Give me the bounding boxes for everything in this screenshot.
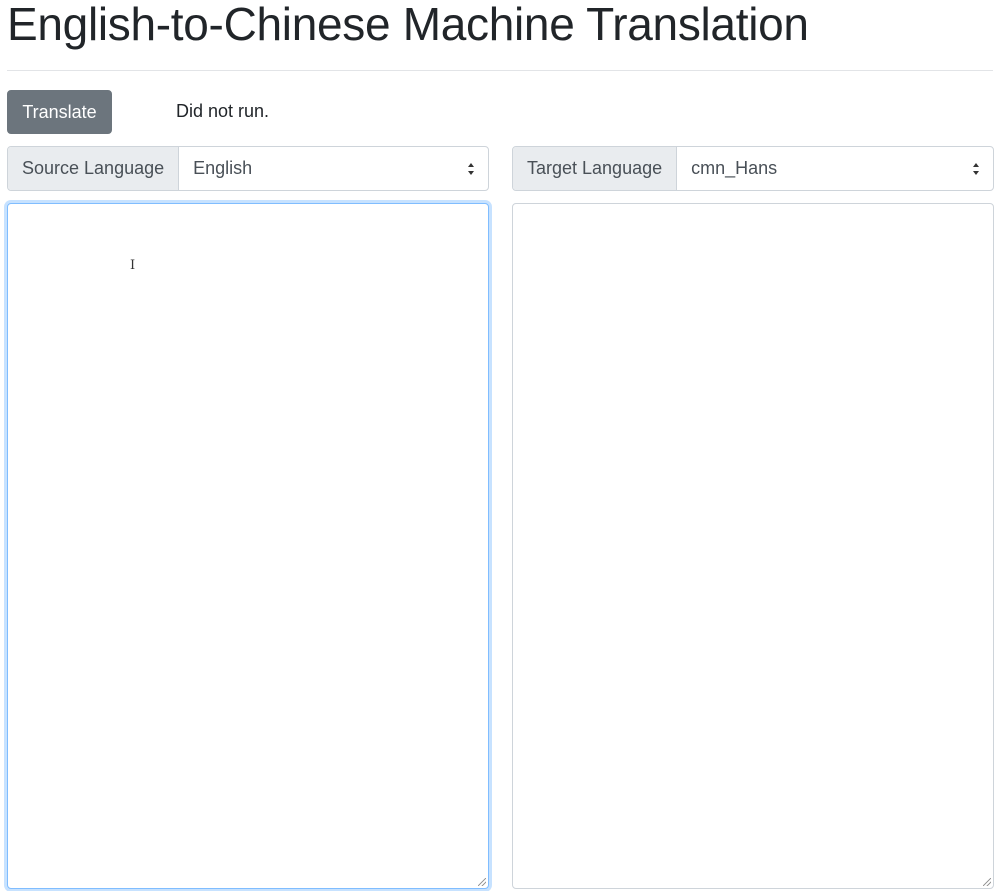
i-beam-cursor-icon: I <box>130 258 136 273</box>
target-language-select[interactable]: cmn_Hans <box>677 147 993 190</box>
divider <box>7 70 993 71</box>
resize-handle-icon[interactable] <box>983 878 991 886</box>
status-text: Did not run. <box>176 101 270 121</box>
source-language-label: Source Language <box>8 147 180 190</box>
translate-button[interactable]: Translate <box>7 90 112 134</box>
source-language-select[interactable]: English <box>179 147 488 190</box>
chevron-up-down-icon <box>468 163 474 175</box>
page: English-to-Chinese Machine Translation T… <box>0 0 1000 891</box>
resize-handle-icon[interactable] <box>478 878 486 886</box>
target-language-value: cmn_Hans <box>691 158 778 178</box>
target-language-label: Target Language <box>513 147 678 190</box>
page-title: English-to-Chinese Machine Translation <box>7 0 809 50</box>
source-text-area[interactable]: I <box>7 203 489 889</box>
chevron-up-down-icon <box>973 163 979 175</box>
target-text-area[interactable] <box>512 203 994 889</box>
source-language-value: English <box>193 158 253 178</box>
source-language-group: Source Language English <box>7 146 489 191</box>
target-language-group: Target Language cmn_Hans <box>512 146 994 191</box>
